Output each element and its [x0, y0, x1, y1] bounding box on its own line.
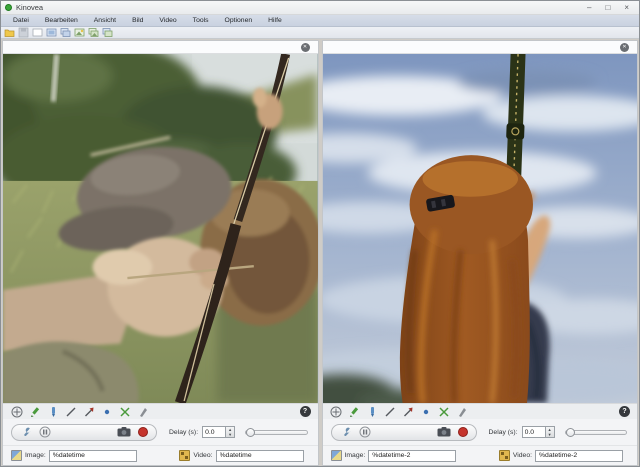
- delay-input[interactable]: [202, 426, 226, 438]
- image-label: Image:: [25, 452, 46, 459]
- left-capture-controls: Delay (s): ▲▼: [3, 419, 318, 445]
- menu-tools[interactable]: Tools: [185, 15, 217, 27]
- left-video-display[interactable]: [3, 54, 318, 403]
- player-and-capture-screen-icon[interactable]: [102, 27, 113, 38]
- point-tool-icon[interactable]: [100, 405, 113, 418]
- menu-optionen[interactable]: Optionen: [217, 15, 261, 27]
- delay-spin-buttons: ▲▼: [226, 426, 235, 438]
- record-dot-icon: [458, 427, 468, 437]
- pause-camera-button[interactable]: [359, 426, 371, 438]
- angle-tool-icon[interactable]: [438, 405, 451, 418]
- pause-camera-button[interactable]: [39, 426, 51, 438]
- pen-tool-icon[interactable]: [456, 405, 469, 418]
- image-file-icon: [11, 450, 22, 461]
- title-bar: Kinovea – □ ×: [1, 1, 639, 15]
- help-icon[interactable]: ?: [300, 406, 311, 417]
- video-filename-input[interactable]: [216, 450, 304, 462]
- right-capture-screen: ✕: [322, 40, 639, 466]
- line-tool-icon[interactable]: [64, 405, 77, 418]
- right-capture-controls: Delay (s): ▲▼: [323, 419, 638, 445]
- main-toolbar: [1, 27, 639, 39]
- snapshot-button[interactable]: [437, 427, 451, 437]
- one-capture-screen-icon[interactable]: [74, 27, 85, 38]
- screen-layout-icon[interactable]: [32, 27, 43, 38]
- grab-tool-icon[interactable]: [330, 405, 343, 418]
- minimize-button[interactable]: –: [587, 4, 591, 12]
- snapshot-button[interactable]: [117, 427, 131, 437]
- left-capture-screen: ✕: [2, 40, 319, 466]
- open-file-icon[interactable]: [4, 27, 15, 38]
- video-label: Video:: [193, 452, 212, 459]
- delay-spinner: ▲▼: [202, 426, 235, 438]
- close-screen-icon[interactable]: ✕: [301, 43, 310, 52]
- delay-slider[interactable]: [245, 428, 307, 437]
- record-button[interactable]: [138, 427, 148, 437]
- left-capture-pill: [11, 424, 157, 441]
- menu-video[interactable]: Video: [151, 15, 184, 27]
- app-icon: [5, 4, 12, 11]
- angle-tool-icon[interactable]: [118, 405, 131, 418]
- help-icon[interactable]: ?: [619, 406, 630, 417]
- delay-slider[interactable]: [565, 428, 627, 437]
- right-filename-row: Image: Video:: [323, 445, 638, 465]
- menu-ansicht[interactable]: Ansicht: [86, 15, 124, 27]
- right-video-frame: [323, 54, 638, 403]
- image-filename-input[interactable]: [368, 450, 456, 462]
- left-drawing-toolbar: ?: [3, 403, 318, 419]
- archer-hair: [399, 155, 532, 403]
- configure-camera-button[interactable]: [340, 426, 352, 438]
- right-drawing-toolbar: ?: [323, 403, 638, 419]
- menu-hilfe[interactable]: Hilfe: [260, 15, 290, 27]
- pen-tool-icon[interactable]: [136, 405, 149, 418]
- point-tool-icon[interactable]: [420, 405, 433, 418]
- line-tool-icon[interactable]: [384, 405, 397, 418]
- pencil-tool-icon[interactable]: [348, 405, 361, 418]
- maximize-button[interactable]: □: [605, 4, 610, 12]
- highlighter-tool-icon[interactable]: [366, 405, 379, 418]
- close-screen-icon[interactable]: ✕: [620, 43, 629, 52]
- video-file-icon: [179, 450, 190, 461]
- two-player-screens-icon[interactable]: [60, 27, 71, 38]
- delay-input[interactable]: [522, 426, 546, 438]
- grab-tool-icon[interactable]: [10, 405, 23, 418]
- kinovea-window: Kinovea – □ × Datei Bearbeiten Ansicht B…: [0, 0, 640, 467]
- record-dot-icon: [138, 427, 148, 437]
- menu-bar: Datei Bearbeiten Ansicht Bild Video Tool…: [1, 15, 639, 27]
- arrow-tool-icon[interactable]: [82, 405, 95, 418]
- close-button[interactable]: ×: [624, 4, 629, 12]
- delay-label: Delay (s):: [169, 429, 198, 436]
- two-capture-screens-icon[interactable]: [88, 27, 99, 38]
- delay-spin-buttons: ▲▼: [546, 426, 555, 438]
- delay-spinner: ▲▼: [522, 426, 555, 438]
- right-capture-pill: [331, 424, 477, 441]
- image-file-icon: [331, 450, 342, 461]
- image-label: Image:: [345, 452, 366, 459]
- screens-container: ✕: [1, 39, 639, 466]
- left-screen-header: ✕: [3, 41, 318, 54]
- left-video-frame: [3, 54, 318, 403]
- configure-camera-button[interactable]: [20, 426, 32, 438]
- arrow-tool-icon[interactable]: [402, 405, 415, 418]
- window-title: Kinovea: [16, 3, 43, 12]
- record-button[interactable]: [458, 427, 468, 437]
- one-player-screen-icon[interactable]: [46, 27, 57, 38]
- menu-bearbeiten[interactable]: Bearbeiten: [37, 15, 86, 27]
- delay-down-button[interactable]: ▼: [228, 432, 232, 437]
- right-screen-header: ✕: [323, 41, 638, 54]
- pencil-tool-icon[interactable]: [28, 405, 41, 418]
- right-video-display[interactable]: [323, 54, 638, 403]
- video-file-icon: [499, 450, 510, 461]
- delay-down-button[interactable]: ▼: [548, 432, 552, 437]
- video-label: Video:: [513, 452, 532, 459]
- left-filename-row: Image: Video:: [3, 445, 318, 465]
- video-filename-input[interactable]: [535, 450, 623, 462]
- delay-slider-thumb[interactable]: [246, 428, 255, 437]
- save-icon[interactable]: [18, 27, 29, 38]
- delay-label: Delay (s):: [489, 429, 518, 436]
- highlighter-tool-icon[interactable]: [46, 405, 59, 418]
- image-filename-input[interactable]: [49, 450, 137, 462]
- delay-slider-thumb[interactable]: [566, 428, 575, 437]
- menu-datei[interactable]: Datei: [5, 15, 37, 27]
- menu-bild[interactable]: Bild: [124, 15, 151, 27]
